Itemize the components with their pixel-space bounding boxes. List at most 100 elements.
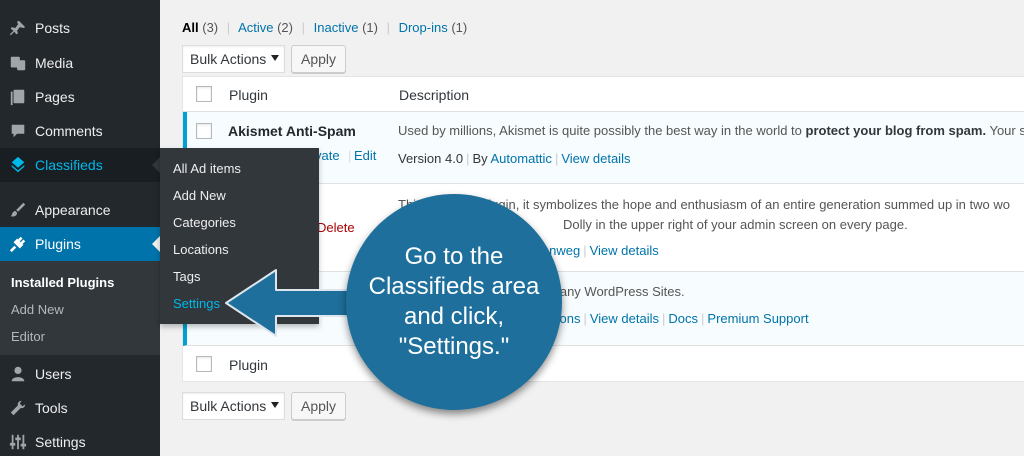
flyout-settings[interactable]: Settings	[173, 296, 220, 311]
premium-support-link[interactable]: Premium Support	[707, 311, 808, 326]
submenu-installed-plugins[interactable]: Installed Plugins	[11, 275, 114, 290]
description-text: Your si	[989, 123, 1024, 138]
menu-appearance-label: Appearance	[35, 202, 111, 218]
delete-link[interactable]: Delete	[317, 220, 355, 235]
docs-link[interactable]: Docs	[668, 311, 698, 326]
filter-separator: |	[226, 20, 231, 35]
column-header-description: Description	[399, 87, 470, 103]
pages-icon	[8, 87, 28, 107]
meta-separator: |	[554, 151, 559, 166]
plugin-meta: tions | View details | Docs | Premium Support	[553, 311, 809, 326]
menu-appearance[interactable]: Appearance	[0, 193, 160, 227]
menu-settings-label: Settings	[35, 434, 86, 450]
menu-users-label: Users	[35, 366, 72, 382]
meta-separator: |	[662, 311, 666, 326]
row-checkbox[interactable]	[196, 123, 212, 139]
plugin-meta: lenweg | View details	[539, 243, 659, 258]
action-separator: |	[348, 148, 352, 163]
column-header-plugin[interactable]: Plugin	[229, 87, 268, 103]
menu-posts-label: Posts	[35, 20, 71, 36]
plug-icon	[8, 234, 28, 254]
description-emphasis: protect your blog from spam.	[805, 123, 987, 138]
classifieds-flyout-menu: All Ad items Add New Categories Location…	[160, 148, 319, 324]
filter-all[interactable]: All	[182, 20, 199, 35]
menu-classifieds[interactable]: Classifieds	[0, 148, 160, 182]
filter-inactive[interactable]: Inactive	[314, 20, 359, 35]
filter-inactive-count: (1)	[362, 20, 378, 35]
submenu-editor[interactable]: Editor	[11, 329, 45, 344]
bulk-actions-select-bottom[interactable]: Bulk Actions	[182, 392, 285, 420]
flyout-all-ad-items[interactable]: All Ad items	[173, 161, 241, 176]
plugin-meta: Version 4.0 | By Automattic | View details	[398, 151, 630, 166]
submenu-add-new[interactable]: Add New	[11, 302, 64, 317]
menu-plugins[interactable]: Plugins	[0, 227, 160, 261]
menu-posts[interactable]: Posts	[0, 11, 160, 45]
description-text: n any WordPress Sites.	[549, 284, 685, 299]
media-icon	[8, 53, 28, 73]
filter-separator: |	[386, 20, 390, 35]
menu-users[interactable]: Users	[0, 357, 160, 391]
bulk-actions-label: Bulk Actions	[190, 51, 267, 67]
filter-active[interactable]: Active	[238, 20, 273, 35]
menu-media-label: Media	[35, 55, 74, 71]
pushpin-icon	[8, 18, 28, 38]
admin-sidebar: Posts Media Pages Comments Classifieds A…	[0, 0, 160, 456]
plugin-by: By	[472, 151, 488, 166]
menu-plugins-label: Plugins	[35, 236, 81, 252]
menu-tools-label: Tools	[35, 400, 68, 416]
plugin-name: Akismet Anti-Spam	[228, 123, 356, 139]
apply-button-bottom[interactable]: Apply	[291, 392, 346, 420]
menu-settings[interactable]: Settings	[0, 425, 160, 456]
flyout-add-new[interactable]: Add New	[173, 188, 226, 203]
bulk-actions-label: Bulk Actions	[190, 398, 267, 414]
menu-comments-label: Comments	[35, 123, 103, 139]
menu-pages[interactable]: Pages	[0, 80, 160, 114]
filter-separator: |	[301, 20, 305, 35]
column-footer-plugin[interactable]: Plugin	[229, 357, 268, 373]
paintbrush-icon	[8, 200, 28, 220]
description-text: plugin, it symbolizes the hope and enthu…	[481, 197, 1010, 212]
filter-active-count: (2)	[277, 20, 293, 35]
comment-bubble-icon	[8, 121, 28, 141]
classifieds-icon	[8, 155, 28, 175]
table-header-row: Plugin Description	[183, 77, 1024, 112]
plugin-version: Version 4.0	[398, 151, 464, 166]
bulk-actions-select-top[interactable]: Bulk Actions	[182, 45, 285, 73]
plugins-submenu: Installed Plugins Add New Editor	[0, 261, 160, 355]
current-menu-pointer	[152, 236, 160, 252]
description-text: Used by millions, Akismet is quite possi…	[398, 123, 806, 138]
view-details-link[interactable]: View details	[590, 243, 659, 258]
dropdown-arrow-icon	[271, 402, 279, 408]
flyout-tags[interactable]: Tags	[173, 269, 200, 284]
menu-pages-label: Pages	[35, 89, 75, 105]
apply-button-top[interactable]: Apply	[291, 45, 346, 73]
meta-separator: |	[466, 151, 470, 166]
menu-comments[interactable]: Comments	[0, 114, 160, 148]
callout-text: Go to the Classifieds area and click, "S…	[368, 243, 540, 360]
plugin-status-filters: All (3) | Active (2) | Inactive (1) | Dr…	[182, 20, 467, 35]
user-icon	[8, 364, 28, 384]
menu-classifieds-label: Classifieds	[35, 157, 103, 173]
filter-dropins-count: (1)	[451, 20, 468, 35]
settings-sliders-icon	[8, 432, 28, 452]
view-details-link[interactable]: View details	[561, 151, 630, 166]
description-text: Dolly in the upper right of your admin s…	[563, 217, 908, 232]
flyout-locations[interactable]: Locations	[173, 242, 229, 257]
menu-tools[interactable]: Tools	[0, 391, 160, 425]
table-footer-row: Plugin	[183, 346, 1024, 381]
edit-link[interactable]: Edit	[354, 148, 376, 163]
meta-separator: |	[583, 311, 587, 326]
meta-separator: |	[583, 243, 587, 258]
dropdown-arrow-icon	[271, 55, 279, 61]
flyout-categories[interactable]: Categories	[173, 215, 236, 230]
menu-media[interactable]: Media	[0, 46, 160, 80]
meta-separator: |	[701, 311, 705, 326]
view-details-link[interactable]: View details	[590, 311, 659, 326]
callout-bubble: Go to the Classifieds area and click, "S…	[346, 194, 562, 410]
select-all-checkbox-footer[interactable]	[196, 356, 212, 372]
filter-dropins[interactable]: Drop-ins	[399, 20, 448, 35]
plugin-author-link[interactable]: Automattic	[491, 151, 552, 166]
wrench-icon	[8, 398, 28, 418]
select-all-checkbox[interactable]	[196, 86, 212, 102]
plugin-description: Used by millions, Akismet is quite possi…	[398, 123, 1024, 138]
